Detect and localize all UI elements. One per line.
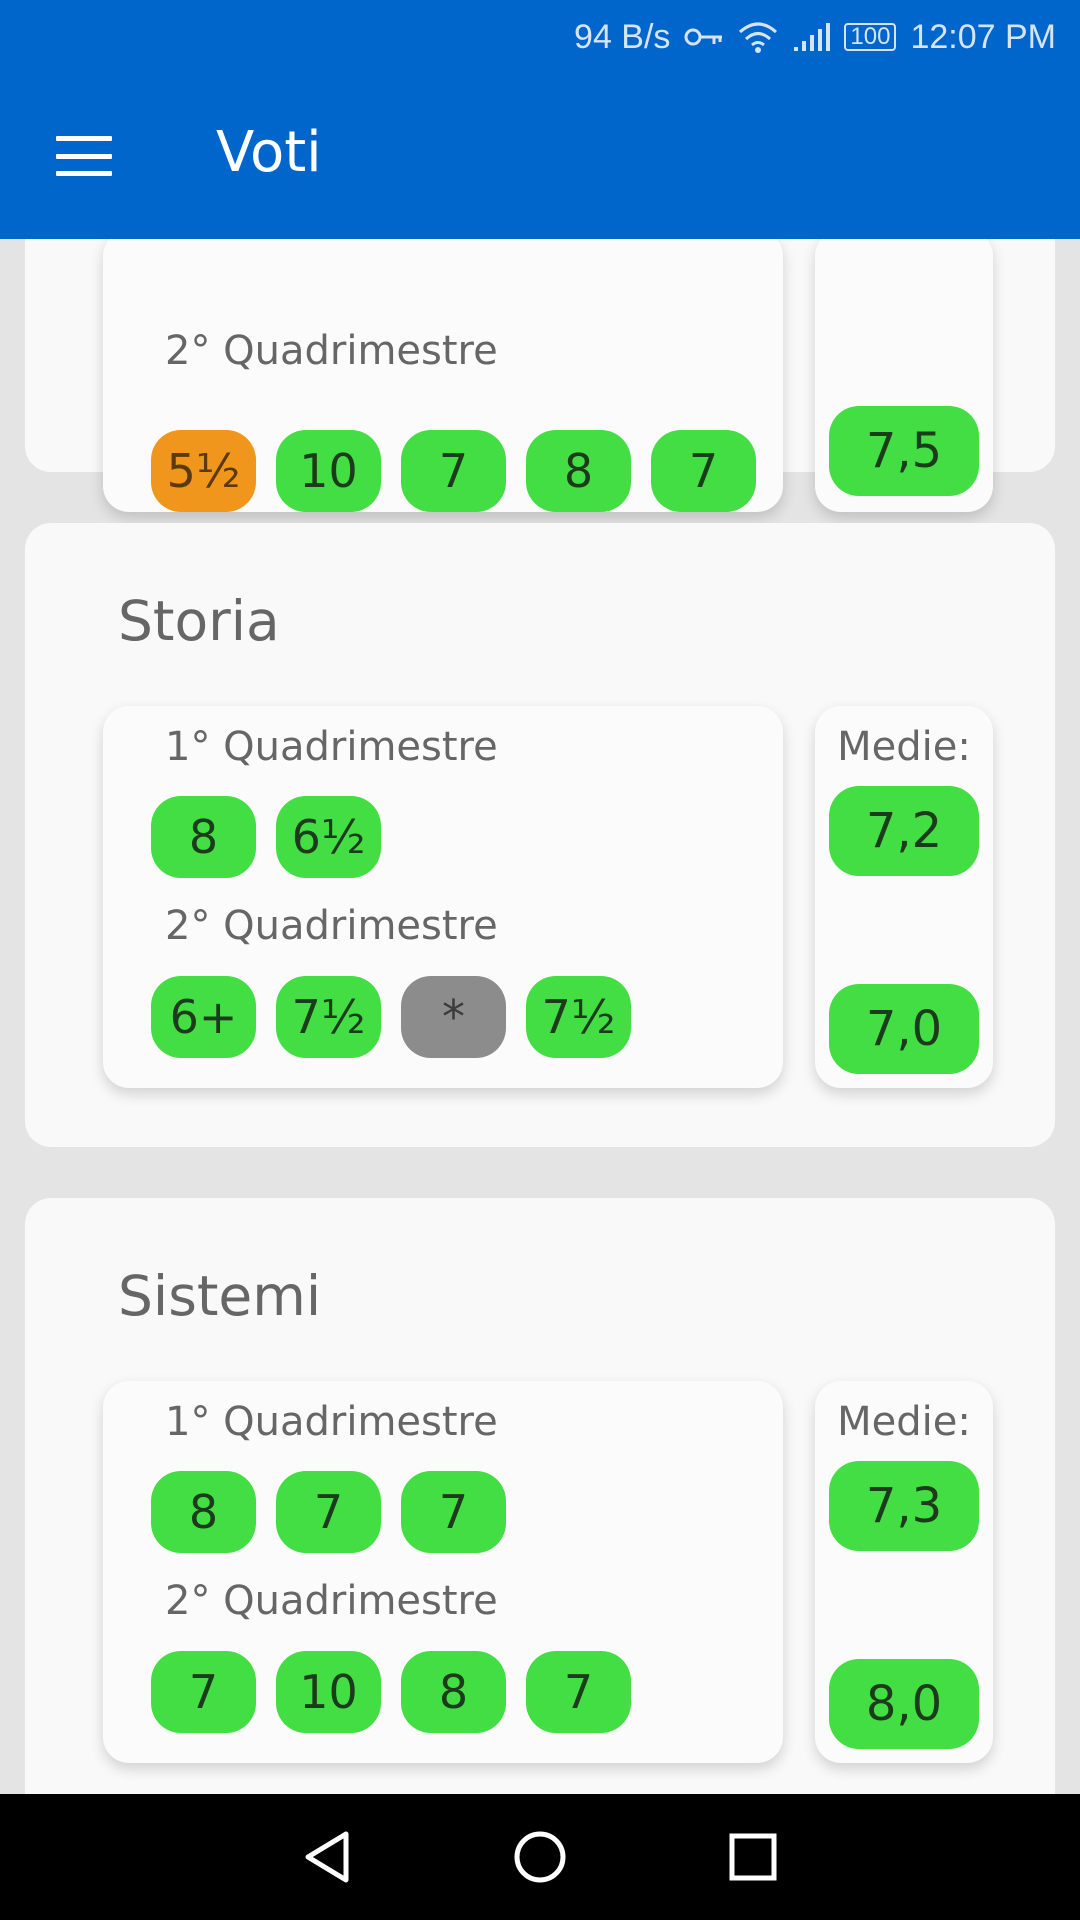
clock: 12:07 PM [910,17,1056,56]
averages-card: Medie: 7,2 7,0 [815,706,993,1088]
q1-label: 1° Quadrimestre [165,1399,498,1445]
grades-scroll-view[interactable]: 2° Quadrimestre 5½ 10 7 8 7 7,5 Storia 1… [0,0,1080,1794]
subject-title: Sistemi [118,1264,322,1328]
q2-label: 2° Quadrimestre [165,328,498,374]
q1-average: 7,3 [829,1461,979,1551]
grade-chip[interactable]: 8 [401,1651,506,1733]
quarter-card: 2° Quadrimestre 5½ 10 7 8 7 [103,230,783,512]
system-nav-bar [0,1794,1080,1920]
page-title: Voti [216,120,322,185]
quarter-card: 1° Quadrimestre 8 6½ 2° Quadrimestre 6+ … [103,706,783,1088]
grade-chip[interactable]: 10 [276,1651,381,1733]
q2-label: 2° Quadrimestre [165,1578,498,1624]
subject-card-sistemi: Sistemi 1° Quadrimestre 8 7 7 2° Quadrim… [25,1198,1055,1794]
grade-chip[interactable]: 7 [276,1471,381,1553]
q2-average: 8,0 [829,1659,979,1749]
averages-card: 7,5 [815,230,993,512]
averages-label: Medie: [837,1399,971,1445]
hamburger-menu-icon[interactable] [56,136,112,176]
grade-chip[interactable]: 8 [151,796,256,878]
grade-chip[interactable]: 7 [526,1651,631,1733]
grade-chip[interactable]: 7½ [526,976,631,1058]
q2-grades: 6+ 7½ * 7½ [151,976,631,1058]
grade-chip[interactable]: 6+ [151,976,256,1058]
grade-chip[interactable]: 10 [276,430,381,512]
grade-chip[interactable]: 7 [651,430,756,512]
subject-title: Storia [118,589,280,653]
quarter-card: 1° Quadrimestre 8 7 7 2° Quadrimestre 7 … [103,1381,783,1763]
q1-grades: 8 7 7 [151,1471,506,1553]
q1-grades: 8 6½ [151,796,381,878]
grade-chip[interactable]: 7 [401,430,506,512]
q2-grades: 5½ 10 7 8 7 [151,430,756,512]
averages-label: Medie: [837,724,971,770]
grade-chip[interactable]: 7½ [276,976,381,1058]
vpn-key-icon [684,25,724,49]
wifi-icon [738,20,778,54]
network-speed: 94 B/s [574,17,671,56]
q1-average: 7,2 [829,786,979,876]
q2-average: 7,0 [829,984,979,1074]
status-bar: 94 B/s 100 12:07 PM [574,14,1056,60]
q2-label: 2° Quadrimestre [165,903,498,949]
battery-level: 100 [850,23,891,50]
grade-chip[interactable]: 7 [401,1471,506,1553]
grade-chip[interactable]: 7 [151,1651,256,1733]
app-bar: 94 B/s 100 12:07 PM Voti [0,0,1080,239]
battery-icon: 100 [844,23,897,51]
grade-chip-pending[interactable]: * [401,976,506,1058]
q2-grades: 7 10 8 7 [151,1651,631,1733]
averages-card: Medie: 7,3 8,0 [815,1381,993,1763]
home-icon[interactable] [505,1822,575,1892]
grade-chip[interactable]: 8 [526,430,631,512]
q1-label: 1° Quadrimestre [165,724,498,770]
grade-chip[interactable]: 8 [151,1471,256,1553]
grade-chip[interactable]: 6½ [276,796,381,878]
recents-icon[interactable] [718,1822,788,1892]
subject-card-storia: Storia 1° Quadrimestre 8 6½ 2° Quadrimes… [25,523,1055,1147]
q2-average: 7,5 [829,406,979,496]
grade-chip[interactable]: 5½ [151,430,256,512]
signal-icon [792,21,831,53]
back-icon[interactable] [292,1822,362,1892]
